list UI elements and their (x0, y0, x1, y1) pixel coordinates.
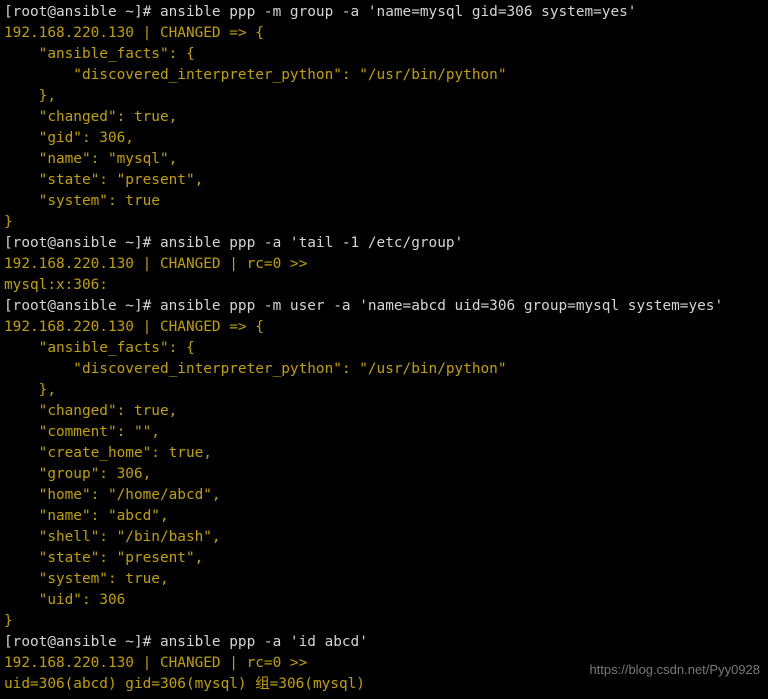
terminal-output-line: "home": "/home/abcd", (4, 487, 221, 503)
terminal-prompt-line: [root@ansible ~]# ansible ppp -a 'tail -… (4, 235, 464, 251)
terminal-output-line: 192.168.220.130 | CHANGED | rc=0 >> (4, 256, 308, 272)
terminal-output-line: "comment": "", (4, 424, 160, 440)
terminal-output-line: "ansible_facts": { (4, 46, 195, 62)
terminal-output-line: "changed": true, (4, 109, 178, 125)
terminal-output-line: 192.168.220.130 | CHANGED => { (4, 25, 264, 41)
terminal-output-line: "uid": 306 (4, 592, 126, 608)
terminal-window[interactable]: [root@ansible ~]# ansible ppp -m group -… (0, 0, 768, 699)
terminal-output-line: "group": 306, (4, 466, 152, 482)
terminal-output-line: } (4, 214, 13, 230)
terminal-prompt-line: [root@ansible ~]# ansible ppp -a 'id abc… (4, 634, 368, 650)
terminal-output-line: "create_home": true, (4, 445, 212, 461)
terminal-output-line: mysql:x:306: (4, 277, 108, 293)
terminal-output-line: "system": true, (4, 571, 169, 587)
terminal-output-line: "gid": 306, (4, 130, 134, 146)
terminal-output-line: "ansible_facts": { (4, 340, 195, 356)
terminal-output-line: "state": "present", (4, 550, 204, 566)
terminal-output-line: "shell": "/bin/bash", (4, 529, 221, 545)
terminal-output-line: "system": true (4, 193, 160, 209)
terminal-output-line: "discovered_interpreter_python": "/usr/b… (4, 67, 507, 83)
terminal-output-line: 192.168.220.130 | CHANGED | rc=0 >> (4, 655, 308, 671)
terminal-output-line: "state": "present", (4, 172, 204, 188)
terminal-output-line: 192.168.220.130 | CHANGED => { (4, 319, 264, 335)
terminal-output-line: } (4, 613, 13, 629)
terminal-output-line: uid=306(abcd) gid=306(mysql) 组=306(mysql… (4, 676, 365, 692)
terminal-output-line: "changed": true, (4, 403, 178, 419)
terminal-output-line: }, (4, 88, 56, 104)
terminal-output-line: "name": "mysql", (4, 151, 178, 167)
terminal-output-line: }, (4, 382, 56, 398)
terminal-output-line: "discovered_interpreter_python": "/usr/b… (4, 361, 507, 377)
terminal-output-line: "name": "abcd", (4, 508, 169, 524)
terminal-prompt-line: [root@ansible ~]# ansible ppp -m user -a… (4, 298, 724, 314)
terminal-prompt-line: [root@ansible ~]# ansible ppp -m group -… (4, 4, 637, 20)
